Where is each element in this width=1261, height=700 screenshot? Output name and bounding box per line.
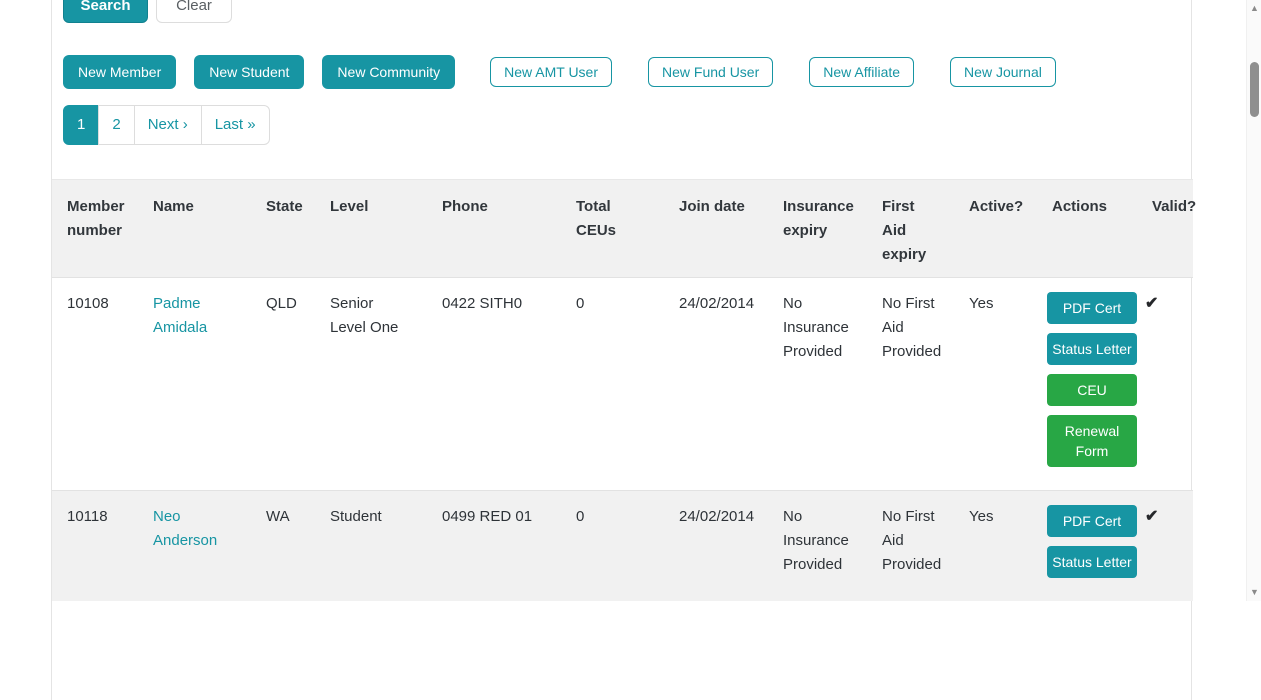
table-header: Member number Name State Level Phone Tot…	[52, 180, 1193, 278]
cell-first-aid-expiry: No First Aid Provided	[867, 491, 954, 602]
status-letter-button[interactable]: Status Letter	[1047, 546, 1137, 578]
col-first-aid-expiry: First Aid expiry	[867, 180, 954, 278]
cell-member-number: 10118	[52, 491, 138, 602]
new-journal-button[interactable]: New Journal	[950, 57, 1056, 87]
col-phone: Phone	[427, 180, 561, 278]
new-amt-user-button[interactable]: New AMT User	[490, 57, 612, 87]
page-2-button[interactable]: 2	[98, 105, 134, 145]
cell-name: Neo Anderson	[138, 491, 251, 602]
members-table: Member number Name State Level Phone Tot…	[52, 179, 1193, 601]
scroll-up-icon[interactable]: ▲	[1247, 1, 1261, 15]
cell-phone: 0499 RED 01	[427, 491, 561, 602]
valid-check-icon: ✔	[1145, 508, 1158, 525]
cell-level: Senior Level One	[315, 278, 427, 491]
scrollbar-thumb[interactable]	[1250, 62, 1259, 117]
cell-state: WA	[251, 491, 315, 602]
cell-first-aid-expiry: No First Aid Provided	[867, 278, 954, 491]
pdf-cert-button[interactable]: PDF Cert	[1047, 505, 1137, 537]
cell-insurance-expiry: No Insurance Provided	[768, 491, 867, 602]
cell-actions: PDF Cert Status Letter CEU Renewal Form	[1037, 278, 1137, 491]
col-member-number: Member number	[52, 180, 138, 278]
last-page-button[interactable]: Last »	[201, 105, 270, 145]
ceu-button[interactable]: CEU	[1047, 374, 1137, 406]
cell-join-date: 24/02/2014	[664, 491, 768, 602]
scroll-down-icon[interactable]: ▼	[1247, 585, 1261, 599]
members-panel: Search Clear New Member New Student New …	[51, 0, 1192, 700]
pdf-cert-button[interactable]: PDF Cert	[1047, 292, 1137, 324]
status-letter-button[interactable]: Status Letter	[1047, 333, 1137, 365]
clear-button[interactable]: Clear	[156, 0, 232, 23]
cell-name: Padme Amidala	[138, 278, 251, 491]
col-level: Level	[315, 180, 427, 278]
col-valid: Valid?	[1137, 180, 1193, 278]
col-total-ceus: Total CEUs	[561, 180, 664, 278]
col-state: State	[251, 180, 315, 278]
page-1-button[interactable]: 1	[63, 105, 99, 145]
new-fund-user-button[interactable]: New Fund User	[648, 57, 773, 87]
member-name-link[interactable]: Padme Amidala	[153, 295, 207, 336]
col-active: Active?	[954, 180, 1037, 278]
col-insurance-expiry: Insurance expiry	[768, 180, 867, 278]
cell-phone: 0422 SITH0	[427, 278, 561, 491]
cell-state: QLD	[251, 278, 315, 491]
cell-level: Student	[315, 491, 427, 602]
cell-active: Yes	[954, 278, 1037, 491]
table-row: 10118 Neo Anderson WA Student 0499 RED 0…	[52, 491, 1193, 602]
new-student-button[interactable]: New Student	[194, 55, 304, 89]
cell-total-ceus: 0	[561, 278, 664, 491]
renewal-form-button[interactable]: Renewal Form	[1047, 415, 1137, 467]
cell-insurance-expiry: No Insurance Provided	[768, 278, 867, 491]
cell-total-ceus: 0	[561, 491, 664, 602]
next-page-button[interactable]: Next ›	[134, 105, 202, 145]
member-name-link[interactable]: Neo Anderson	[153, 508, 217, 549]
new-member-button[interactable]: New Member	[63, 55, 176, 89]
table-row: 10108 Padme Amidala QLD Senior Level One…	[52, 278, 1193, 491]
new-affiliate-button[interactable]: New Affiliate	[809, 57, 914, 87]
cell-join-date: 24/02/2014	[664, 278, 768, 491]
search-button[interactable]: Search	[63, 0, 148, 23]
cell-valid: ✔	[1137, 278, 1193, 491]
create-buttons-row: New Member New Student New Community New…	[63, 55, 1092, 89]
col-join-date: Join date	[664, 180, 768, 278]
pagination: 1 2 Next › Last »	[63, 105, 270, 145]
cell-actions: PDF Cert Status Letter	[1037, 491, 1137, 602]
valid-check-icon: ✔	[1145, 295, 1158, 312]
col-name: Name	[138, 180, 251, 278]
col-actions: Actions	[1037, 180, 1137, 278]
new-community-button[interactable]: New Community	[322, 55, 455, 89]
vertical-scrollbar[interactable]: ▲ ▼	[1246, 0, 1261, 601]
cell-member-number: 10108	[52, 278, 138, 491]
cell-active: Yes	[954, 491, 1037, 602]
cell-valid: ✔	[1137, 491, 1193, 602]
